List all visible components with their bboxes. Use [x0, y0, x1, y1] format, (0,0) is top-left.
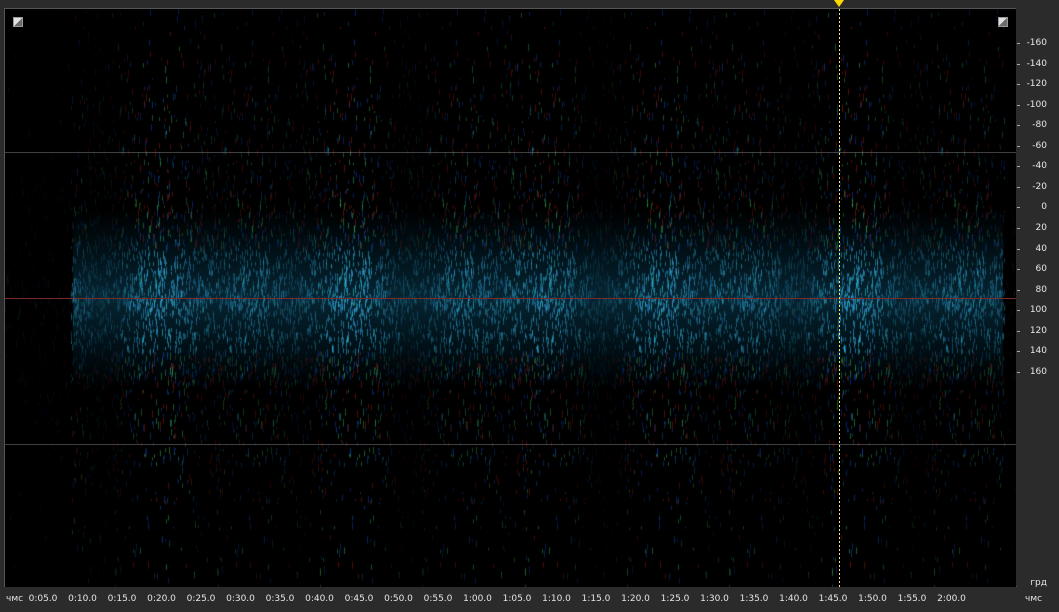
- time-tick-label: 1:20.0: [621, 594, 650, 604]
- y-tick-label: 80: [1035, 284, 1047, 295]
- time-cursor[interactable]: [839, 9, 840, 587]
- lower-boundary-line: [5, 444, 1016, 445]
- y-tick-label: -120: [1026, 79, 1047, 90]
- y-tick-mark: [1017, 330, 1020, 332]
- y-tick-label: 60: [1035, 264, 1047, 275]
- timeline-ruler[interactable]: чмс чмс 0:05.0 0:10.0 0:15.0 0:20.0 0:25.0 0:…: [0, 587, 1059, 612]
- playhead-marker-icon[interactable]: [834, 0, 844, 7]
- top-ruler[interactable]: [0, 0, 1059, 8]
- spectral-pan-display[interactable]: [4, 8, 1017, 588]
- time-tick-label: 0:30.0: [226, 594, 255, 604]
- time-tick-label: 0:50.0: [384, 594, 413, 604]
- y-tick-mark: [1017, 310, 1020, 312]
- y-tick-mark: [1017, 43, 1020, 44]
- y-tick-label: -80: [1032, 120, 1047, 131]
- time-tick-label: 0:35.0: [265, 594, 295, 604]
- y-tick-mark: [1017, 371, 1020, 373]
- y-tick-mark: [1017, 227, 1020, 229]
- time-tick-label: 2:00.0: [937, 594, 966, 604]
- time-unit-label: чмс: [1025, 594, 1043, 604]
- time-tick-label: 1:05.0: [502, 594, 532, 604]
- time-tick-label: 0:10.0: [68, 594, 97, 604]
- time-tick-label: 1:55.0: [897, 594, 927, 604]
- y-tick-label: 140: [1029, 346, 1047, 357]
- y-tick-mark: [1017, 63, 1020, 65]
- y-tick-mark: [1017, 166, 1020, 168]
- y-tick-label: -160: [1026, 38, 1047, 48]
- y-tick-mark: [1017, 269, 1020, 271]
- y-tick-mark: [1017, 351, 1020, 353]
- y-tick-label: 40: [1035, 243, 1047, 254]
- y-tick-mark: [1017, 248, 1020, 250]
- y-tick-label: 0: [1041, 202, 1047, 213]
- zoom-corner-icon[interactable]: [998, 17, 1008, 27]
- y-tick-label: 100: [1029, 305, 1047, 316]
- time-tick-label: 1:40.0: [779, 594, 808, 604]
- y-tick-label: -60: [1032, 140, 1047, 151]
- y-tick-label: -20: [1032, 181, 1047, 192]
- center-line: [5, 298, 1016, 299]
- y-tick-mark: [1017, 145, 1020, 147]
- time-tick-label: 0:45.0: [344, 594, 374, 604]
- y-tick-label: -140: [1026, 58, 1047, 69]
- time-tick-label: 0:40.0: [305, 594, 334, 604]
- time-tick-label: 1:50.0: [858, 594, 887, 604]
- y-tick-label: 120: [1029, 325, 1047, 336]
- y-tick-mark: [1017, 186, 1020, 188]
- y-tick-mark: [1017, 289, 1020, 291]
- time-tick-label: 0:05.0: [28, 594, 58, 604]
- upper-boundary-line: [5, 152, 1016, 153]
- time-tick-label: 1:15.0: [581, 594, 611, 604]
- time-tick-label: 0:25.0: [186, 594, 216, 604]
- y-tick-label: 20: [1035, 222, 1047, 233]
- time-tick-label: 0:20.0: [147, 594, 176, 604]
- time-tick-label: 1:35.0: [739, 594, 769, 604]
- time-unit-label: чмс: [6, 594, 24, 604]
- y-tick-mark: [1017, 104, 1020, 106]
- time-tick-label: 1:10.0: [542, 594, 571, 604]
- y-tick-label: -40: [1032, 161, 1047, 172]
- vertical-ruler[interactable]: -160 -140 -120 -100 -80 -60 -40 -20 0 20 40 60 80 100…: [1016, 8, 1059, 588]
- y-tick-label: 160: [1029, 366, 1047, 377]
- time-tick-label: 1:45.0: [818, 594, 848, 604]
- y-tick-label: -100: [1026, 99, 1047, 110]
- y-tick-mark: [1017, 84, 1020, 86]
- time-tick-label: 1:25.0: [660, 594, 690, 604]
- zoom-corner-icon[interactable]: [13, 17, 23, 27]
- time-tick-label: 1:00.0: [463, 594, 492, 604]
- y-tick-mark: [1017, 125, 1020, 127]
- y-tick-mark: [1017, 207, 1020, 209]
- time-tick-label: 0:55.0: [423, 594, 453, 604]
- time-tick-label: 0:15.0: [107, 594, 137, 604]
- time-tick-label: 1:30.0: [700, 594, 729, 604]
